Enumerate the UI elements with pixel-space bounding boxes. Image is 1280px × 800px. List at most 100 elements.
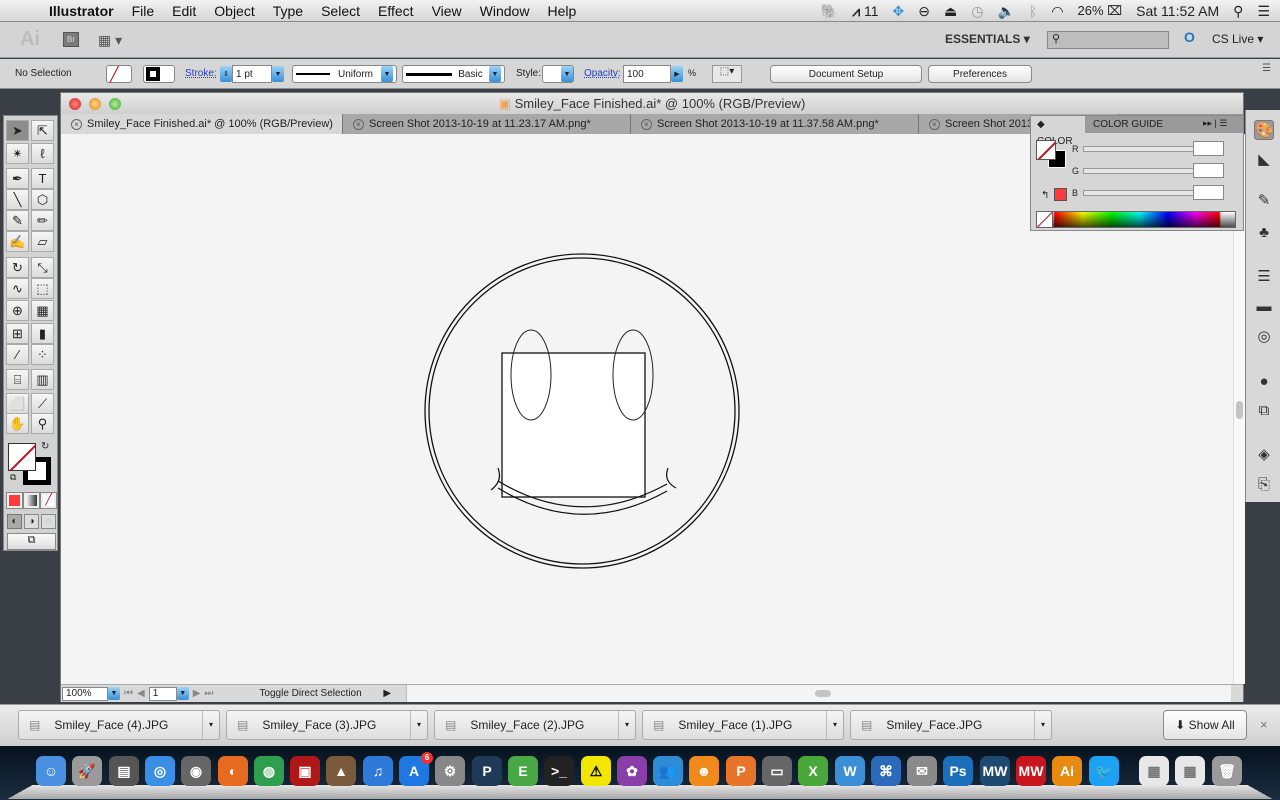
draw-behind-button[interactable]: ◑ <box>24 514 39 529</box>
tab-screenshot-113758[interactable]: × Screen Shot 2013-10-19 at 11.37.58 AM.p… <box>631 114 919 134</box>
column-graph-tool[interactable]: ▥ <box>31 369 54 390</box>
hand-tool[interactable]: ✋ <box>6 413 29 434</box>
menu-effect[interactable]: Effect <box>369 3 423 19</box>
clock[interactable]: Sat 11:52 AM <box>1136 3 1219 19</box>
airplay-icon[interactable]: ⏏ <box>944 3 957 20</box>
dock-app-system-preferences[interactable]: ⚙ <box>435 756 465 786</box>
eraser-tool[interactable]: ▱ <box>31 231 54 252</box>
vertical-scroll-thumb[interactable] <box>1236 401 1243 419</box>
collapse-panel-icon[interactable]: ▸▸ | ☰ <box>1203 118 1227 129</box>
dock-app-finder[interactable]: ☺ <box>36 756 66 786</box>
appearance-panel-icon[interactable]: ● <box>1254 372 1274 392</box>
dock-app-itunes[interactable]: ♫ <box>363 756 393 786</box>
close-tab-icon[interactable]: × <box>353 119 364 130</box>
dock-app-photoshop[interactable]: Ps <box>943 756 973 786</box>
status-circle-icon[interactable]: ⊖ <box>918 3 930 20</box>
transparency-panel-icon[interactable]: ◎ <box>1254 327 1274 347</box>
status-text[interactable]: Toggle Direct Selection <box>259 688 379 699</box>
menu-file[interactable]: File <box>123 3 164 19</box>
dock-app-replicatorg[interactable]: ⚠ <box>581 756 611 786</box>
arrange-documents-button[interactable]: ▦ ▾ <box>98 32 122 49</box>
dock-app-photo-booth[interactable]: ▣ <box>290 756 320 786</box>
last-artboard-button[interactable]: ⏭ <box>204 688 213 699</box>
download-item[interactable]: ▤ Smiley_Face (2).JPG ▾ <box>434 710 636 740</box>
graphic-style-dropdown[interactable]: ▼ <box>542 65 574 83</box>
layers-panel-icon[interactable]: ◈ <box>1254 445 1274 465</box>
artboard-dropdown[interactable]: ▼ <box>176 687 189 700</box>
menu-window[interactable]: Window <box>471 3 539 19</box>
channel-r-input[interactable] <box>1193 141 1224 156</box>
color-mode-button[interactable] <box>6 492 23 509</box>
channel-b-input[interactable] <box>1193 185 1224 200</box>
download-item[interactable]: ▤ Smiley_Face (3).JPG ▾ <box>226 710 428 740</box>
gradient-panel-icon[interactable]: ▬ <box>1254 297 1274 317</box>
symbol-sprayer-tool[interactable]: ⌸ <box>6 369 29 390</box>
preferences-button[interactable]: Preferences <box>928 65 1032 83</box>
bridge-button[interactable]: Br <box>63 32 79 47</box>
blend-tool[interactable]: ⁘ <box>31 344 54 365</box>
dock-app-illustrator[interactable]: Ai <box>1052 756 1082 786</box>
download-menu-chevron-icon[interactable]: ▾ <box>617 711 629 739</box>
color-guide-icon[interactable]: ◣ <box>1254 150 1274 170</box>
workspace-switcher[interactable]: ESSENTIALS ▾ <box>945 32 1030 46</box>
dock-app-p-app[interactable]: P <box>472 756 502 786</box>
tab-color-guide[interactable]: COLOR GUIDE <box>1087 116 1169 133</box>
menu-help[interactable]: Help <box>538 3 585 19</box>
white-rectangle[interactable] <box>501 352 646 498</box>
dock-app-launchpad[interactable]: 🚀 <box>72 756 102 786</box>
dock-app-chrome[interactable]: ◍ <box>254 756 284 786</box>
zoom-level-input[interactable]: 100% <box>62 686 108 701</box>
menu-app-name[interactable]: Illustrator <box>40 3 123 19</box>
draw-normal-button[interactable]: ◐ <box>7 514 22 529</box>
tab-color[interactable]: ◆ COLOR <box>1031 116 1085 147</box>
scale-tool[interactable]: ⤡ <box>31 257 54 278</box>
stroke-weight-field[interactable]: ⇕ 1 pt ▼ <box>220 65 284 83</box>
close-window-button[interactable] <box>69 98 81 110</box>
fill-swatch-dropdown[interactable]: ╱ <box>106 65 132 83</box>
document-setup-button[interactable]: Document Setup <box>770 65 922 83</box>
none-color-button[interactable] <box>1037 212 1053 227</box>
graphic-styles-panel-icon[interactable]: ⧉ <box>1254 401 1274 421</box>
stroke-label-link[interactable]: Stroke: <box>185 68 217 79</box>
draw-inside-button[interactable]: ◌ <box>41 514 56 529</box>
download-menu-chevron-icon[interactable]: ▾ <box>409 711 421 739</box>
volume-icon[interactable]: 🔈 <box>997 3 1014 20</box>
menu-object[interactable]: Object <box>205 3 263 19</box>
document-title-bar[interactable]: ▣ Smiley_Face Finished.ai* @ 100% (RGB/P… <box>61 93 1243 114</box>
menu-view[interactable]: View <box>423 3 471 19</box>
warp-tool[interactable]: ∿ <box>6 278 29 299</box>
stroke-weight-dropdown[interactable]: ▼ <box>272 66 284 82</box>
horizontal-scrollbar[interactable] <box>406 685 1231 702</box>
dock-app-twitter[interactable]: 🐦 <box>1089 756 1119 786</box>
artboard-tool[interactable]: ⬜ <box>6 393 29 414</box>
opacity-slider-button[interactable]: ▶ <box>671 66 683 82</box>
swap-fill-stroke-icon[interactable]: ↻ <box>41 441 49 452</box>
download-menu-chevron-icon[interactable]: ▾ <box>201 711 213 739</box>
download-item[interactable]: ▤ Smiley_Face.JPG ▾ <box>850 710 1052 740</box>
previous-artboard-button[interactable]: ◀ <box>137 688 145 699</box>
dock-app-powerpoint[interactable]: P <box>726 756 756 786</box>
zoom-dropdown[interactable]: ▼ <box>108 687 120 700</box>
status-menu-arrow[interactable]: ▶ <box>383 688 391 699</box>
type-tool[interactable]: T <box>31 168 54 189</box>
close-download-bar-icon[interactable]: × <box>1260 717 1268 732</box>
time-machine-icon[interactable]: ◷ <box>971 3 983 20</box>
brush-definition-dropdown[interactable]: Basic ▼ <box>402 65 505 83</box>
dock-app-facetime[interactable]: ◉ <box>181 756 211 786</box>
pen-tool[interactable]: ✒ <box>6 168 29 189</box>
dock-app-app-store[interactable]: A6 <box>399 752 433 786</box>
none-mode-button[interactable]: ╱ <box>40 492 57 509</box>
color-spectrum-bar[interactable] <box>1036 211 1236 228</box>
line-tool[interactable]: ╲ <box>6 189 29 210</box>
magic-wand-tool[interactable]: ✴ <box>6 143 29 164</box>
dock-app-makerware[interactable]: MW <box>980 756 1010 786</box>
close-tab-icon[interactable]: × <box>641 119 652 130</box>
opacity-input[interactable]: 100 <box>623 65 671 83</box>
slice-tool[interactable]: ⟋ <box>31 393 54 414</box>
dock-app-scratch[interactable]: ☻ <box>689 756 719 786</box>
dock-app-trash[interactable]: 🗑 <box>1212 756 1242 786</box>
shape-builder-tool[interactable]: ⊕ <box>6 300 29 321</box>
evernote-status-icon[interactable]: 🐘 <box>821 3 838 20</box>
dock-app-document-stack-2[interactable]: ▦ <box>1175 756 1205 786</box>
select-similar-button[interactable]: ⬚▾ <box>712 65 742 83</box>
